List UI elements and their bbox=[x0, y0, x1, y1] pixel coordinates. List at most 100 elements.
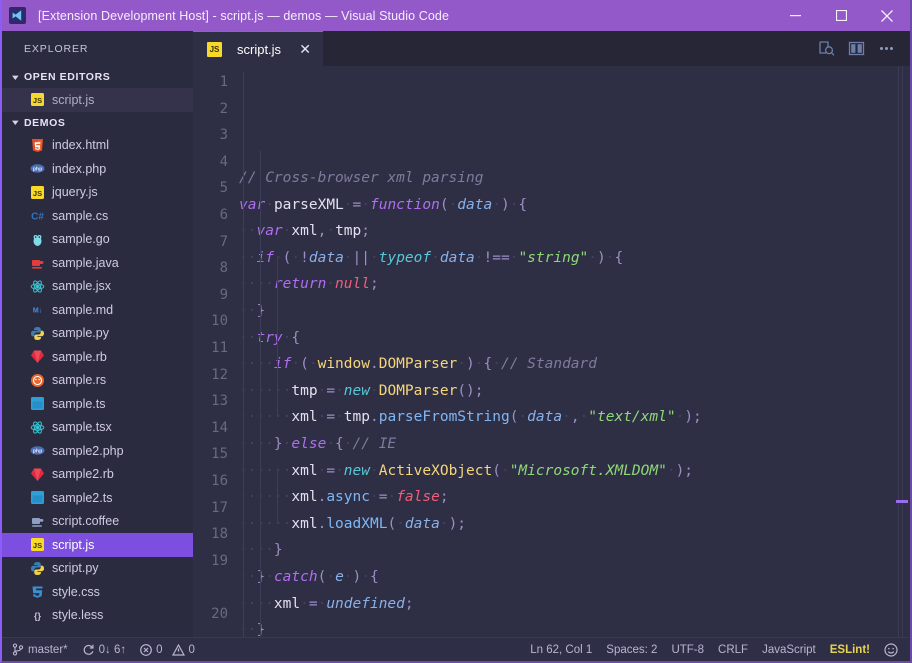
file-item-sample-rb[interactable]: sample.rb bbox=[2, 345, 193, 369]
file-item-sample2-ts[interactable]: sample2.ts bbox=[2, 486, 193, 510]
file-item-label: sample.md bbox=[52, 302, 114, 317]
code-line[interactable]: ··} bbox=[239, 617, 896, 637]
svg-text:{}: {} bbox=[34, 611, 42, 621]
file-item-sample2-php[interactable]: php sample2.php bbox=[2, 439, 193, 463]
file-item-index-html[interactable]: index.html bbox=[2, 134, 193, 158]
status-sync[interactable]: 0↓ 6↑ bbox=[75, 638, 134, 661]
file-item-label: script.js bbox=[52, 537, 95, 552]
html-file-icon bbox=[30, 138, 45, 153]
code-line[interactable]: ····xml·=·undefined; bbox=[239, 591, 896, 618]
line-number: 13 bbox=[211, 393, 228, 410]
code-line[interactable]: ··var·xml,·tmp; bbox=[239, 218, 896, 245]
php-file-icon: php bbox=[30, 443, 45, 458]
status-eol[interactable]: CRLF bbox=[711, 644, 755, 656]
code-line[interactable]: ······xml·=·new·ActiveXObject(·"Microsof… bbox=[239, 458, 896, 485]
code-line[interactable]: // Cross-browser xml parsing bbox=[239, 165, 896, 192]
vscode-logo-icon bbox=[9, 7, 26, 24]
code-line[interactable]: ··} bbox=[239, 298, 896, 325]
open-preview-icon[interactable] bbox=[812, 31, 840, 66]
file-item-label: sample2.ts bbox=[52, 490, 113, 505]
file-item-label: script.js bbox=[52, 92, 95, 107]
code-line[interactable]: ··if·(·!data·||·typeof·data·!==·"string"… bbox=[239, 245, 896, 272]
line-number: 1 bbox=[219, 74, 228, 90]
code-content[interactable]: // Cross-browser xml parsing var·parseXML… bbox=[239, 69, 896, 637]
scrollbar-marker bbox=[896, 500, 908, 503]
error-icon bbox=[140, 643, 153, 656]
explorer-section-open-editors[interactable]: OPEN EDITORS bbox=[2, 66, 193, 88]
split-editor-icon[interactable] bbox=[842, 31, 870, 66]
file-item-style-css[interactable]: style.css bbox=[2, 580, 193, 604]
file-item-sample-rs[interactable]: sample.rs bbox=[2, 369, 193, 393]
status-language-mode[interactable]: JavaScript bbox=[755, 644, 823, 656]
file-item-sample2-rb[interactable]: sample2.rb bbox=[2, 463, 193, 487]
code-line[interactable]: ······tmp·=·new·DOMParser(); bbox=[239, 378, 896, 405]
file-item-label: index.html bbox=[52, 138, 109, 153]
file-item-sample-cs[interactable]: C# sample.cs bbox=[2, 204, 193, 228]
file-item-script-py[interactable]: script.py bbox=[2, 557, 193, 581]
tab-script-js[interactable]: JS script.js ✕ bbox=[193, 31, 324, 66]
js-file-icon: JS bbox=[207, 41, 222, 57]
chevron-down-icon bbox=[8, 116, 22, 130]
status-sync-label: 0↓ 6↑ bbox=[98, 643, 127, 656]
file-item-script-js[interactable]: JS script.js bbox=[2, 88, 193, 112]
code-line[interactable]: ··try·{ bbox=[239, 325, 896, 352]
file-item-label: script.py bbox=[52, 561, 99, 576]
status-warnings-count: 0 bbox=[188, 643, 195, 656]
code-line[interactable]: ··}·catch(·e·)·{ bbox=[239, 564, 896, 591]
explorer-tree: OPEN EDITORS JS script.js DEMOS index.html ph… bbox=[2, 66, 193, 627]
line-number: 11 bbox=[211, 339, 228, 356]
explorer-sidebar: EXPLORER OPEN EDITORS JS script.js DEMOS ind… bbox=[2, 31, 193, 637]
file-item-sample-ts[interactable]: sample.ts bbox=[2, 392, 193, 416]
status-branch[interactable]: master* bbox=[2, 638, 75, 661]
file-item-sample-py[interactable]: sample.py bbox=[2, 322, 193, 346]
close-button[interactable] bbox=[864, 0, 910, 31]
minimize-button[interactable] bbox=[772, 0, 818, 31]
code-line[interactable]: ······xml.async·=·false; bbox=[239, 484, 896, 511]
line-number: 8 bbox=[219, 260, 228, 277]
editor-scrollbar[interactable] bbox=[896, 66, 910, 637]
code-line[interactable]: ······xml.loadXML(·data·); bbox=[239, 511, 896, 538]
svg-text:JS: JS bbox=[33, 96, 42, 105]
window-title: [Extension Development Host] - script.js… bbox=[38, 8, 450, 23]
maximize-button[interactable] bbox=[818, 0, 864, 31]
svg-text:M↓: M↓ bbox=[33, 308, 42, 315]
more-actions-icon[interactable] bbox=[872, 31, 900, 66]
file-item-script-coffee[interactable]: script.coffee bbox=[2, 510, 193, 534]
file-item-sample-jsx[interactable]: sample.jsx bbox=[2, 275, 193, 299]
code-line[interactable]: ······xml·=·tmp.parseFromString(·data·,·… bbox=[239, 404, 896, 431]
file-item-sample-go[interactable]: sample.go bbox=[2, 228, 193, 252]
file-item-label: sample.rb bbox=[52, 349, 107, 364]
status-indentation[interactable]: Spaces: 2 bbox=[599, 644, 664, 656]
file-item-sample-tsx[interactable]: sample.tsx bbox=[2, 416, 193, 440]
code-editor[interactable]: 1 2 3 4 5 6 7 8 9 10 11 12 13 14 15 16 17 18 19 20 // Cross… bbox=[193, 66, 910, 637]
code-line[interactable]: ····}·else·{·// IE bbox=[239, 431, 896, 458]
file-item-sample-java[interactable]: sample.java bbox=[2, 251, 193, 275]
status-cursor-position[interactable]: Ln 62, Col 1 bbox=[523, 644, 599, 656]
close-icon[interactable]: ✕ bbox=[297, 42, 313, 56]
code-line[interactable]: ····return·null; bbox=[239, 271, 896, 298]
code-line[interactable]: ····if·(·window.DOMParser·)·{·// Standar… bbox=[239, 351, 896, 378]
title-bar: [Extension Development Host] - script.js… bbox=[2, 0, 910, 31]
file-item-style-less[interactable]: {} style.less bbox=[2, 604, 193, 628]
window-controls bbox=[772, 0, 910, 31]
coffee-file-icon bbox=[30, 514, 45, 529]
ruby-file-icon bbox=[30, 349, 45, 364]
status-errors-count: 0 bbox=[156, 643, 163, 656]
smiley-icon[interactable] bbox=[877, 642, 910, 657]
source-control-branch-icon bbox=[12, 643, 24, 656]
status-bar-right: Ln 62, Col 1 Spaces: 2 UTF-8 CRLF JavaSc… bbox=[523, 642, 910, 657]
file-item-script-js[interactable]: JS script.js bbox=[2, 533, 193, 557]
status-eslint[interactable]: ESLint! bbox=[823, 644, 877, 656]
code-line[interactable]: var·parseXML·=·function(·data·)·{ bbox=[239, 192, 896, 219]
editor-group: JS script.js ✕ 1 2 3 4 5 6 7 8 9 10 11 1… bbox=[193, 31, 910, 637]
css-file-icon bbox=[30, 584, 45, 599]
file-item-index-php[interactable]: php index.php bbox=[2, 157, 193, 181]
file-item-jquery-js[interactable]: JS jquery.js bbox=[2, 181, 193, 205]
status-problems[interactable]: 0 0 bbox=[133, 638, 202, 661]
php-file-icon: php bbox=[30, 161, 45, 176]
file-item-sample-md[interactable]: M↓ sample.md bbox=[2, 298, 193, 322]
explorer-section-demos[interactable]: DEMOS bbox=[2, 112, 193, 134]
python-file-icon bbox=[30, 561, 45, 576]
status-encoding[interactable]: UTF-8 bbox=[664, 644, 711, 656]
code-line[interactable]: ····} bbox=[239, 537, 896, 564]
